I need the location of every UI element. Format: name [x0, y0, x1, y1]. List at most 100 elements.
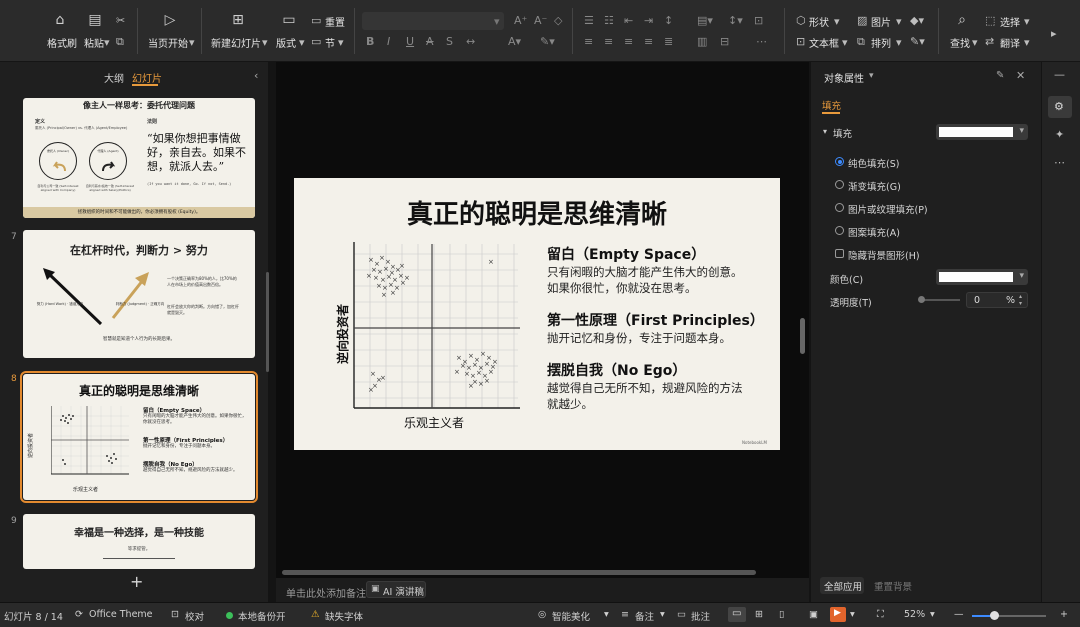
char-spacing-icon[interactable]: ↔	[466, 36, 475, 47]
from-current-dropdown-icon[interactable]: ▾	[189, 37, 195, 48]
transparency-slider-thumb[interactable]	[918, 296, 925, 303]
gradient-fill-radio[interactable]	[835, 180, 844, 189]
design-tools-icon[interactable]: ✦	[1055, 128, 1064, 141]
pin-icon[interactable]: ✎	[996, 70, 1004, 81]
zoom-in-icon[interactable]: +	[1060, 609, 1068, 620]
slide-thumbnail-7[interactable]: 在杠杆时代，判断力 > 努力 努力 (Hard Work) · 错误方向 判断力…	[23, 230, 255, 358]
editor-vscrollbar[interactable]	[800, 318, 805, 354]
outline-color-icon[interactable]: ✎▾	[910, 36, 925, 47]
gradient-fill-label[interactable]: 渐变填充(G)	[848, 179, 901, 193]
proofing-button[interactable]: 校对	[185, 609, 204, 623]
picture-icon[interactable]: ▨	[857, 15, 867, 26]
underline-icon[interactable]: U	[406, 36, 414, 47]
notes-button[interactable]: 备注	[635, 609, 654, 623]
panel-scrollbar[interactable]	[266, 272, 269, 372]
shape-icon[interactable]: ⬡	[796, 15, 806, 26]
paste-dropdown-icon[interactable]: ▾	[104, 37, 110, 48]
picture-fill-label[interactable]: 图片或纹理填充(P)	[848, 202, 928, 216]
transparency-stepper-icon[interactable]: ▴ ▾	[1019, 293, 1022, 307]
distribute-icon[interactable]: ≣	[664, 36, 673, 47]
layout-icon[interactable]: ▭	[281, 13, 297, 27]
fill-collapse-icon[interactable]: ▾	[823, 127, 827, 136]
notes-placeholder[interactable]: 单击此处添加备注	[286, 585, 366, 600]
add-slide-button[interactable]: +	[130, 572, 143, 591]
picture-dropdown-icon[interactable]: ▾	[896, 16, 902, 27]
solid-fill-radio[interactable]	[835, 157, 844, 166]
point2-line1[interactable]: 抛开记忆和身份，专注于问题本身。	[547, 330, 731, 346]
point2-title[interactable]: 第一性原理（First Principles）	[547, 310, 764, 330]
translate-dropdown-icon[interactable]: ▾	[1024, 37, 1030, 48]
beautify-dropdown-icon[interactable]: ▾	[604, 609, 609, 620]
point1-line1[interactable]: 只有闲暇的大脑才能产生伟大的创意。	[547, 264, 743, 280]
font-shrink-icon[interactable]: A⁻	[534, 15, 547, 26]
picture-fill-radio[interactable]	[835, 203, 844, 212]
close-icon[interactable]: ✕	[1016, 69, 1025, 82]
columns-icon[interactable]: ▥	[697, 36, 707, 47]
format-painter-button[interactable]: 格式刷	[47, 35, 77, 50]
point1-title[interactable]: 留白（Empty Space）	[547, 244, 705, 264]
layout-dropdown-icon[interactable]: ▾	[299, 37, 305, 48]
presenter-view-icon[interactable]: ▣	[809, 609, 818, 620]
reset-icon[interactable]: ▭	[311, 15, 321, 26]
find-dropdown-icon[interactable]: ▾	[972, 37, 978, 48]
reset-bg-button[interactable]: 重置背景	[874, 579, 912, 593]
hide-bg-label[interactable]: 隐藏背景图形(H)	[848, 248, 920, 262]
select-button[interactable]: 选择	[1000, 14, 1020, 29]
editor-hscrollbar[interactable]	[282, 570, 756, 575]
textbox-button[interactable]: 文本框	[809, 35, 839, 50]
font-grow-icon[interactable]: A⁺	[514, 15, 527, 26]
paste-button[interactable]: 粘贴	[84, 35, 104, 50]
bold-icon[interactable]: B	[366, 36, 374, 47]
tab-slides[interactable]: 幻灯片	[132, 70, 162, 85]
minimize-icon[interactable]: —	[1054, 68, 1065, 81]
font-dropdown-icon[interactable]: ▾	[494, 16, 500, 27]
tab-outline[interactable]: 大纲	[104, 70, 124, 85]
select-dropdown-icon[interactable]: ▾	[1024, 16, 1030, 27]
shape-button[interactable]: 形状	[809, 14, 829, 29]
pattern-fill-radio[interactable]	[835, 226, 844, 235]
missing-font-button[interactable]: 缺失字体	[325, 609, 363, 623]
slideshow-button[interactable]: ▶	[830, 607, 846, 622]
section-dropdown-icon[interactable]: ▾	[338, 37, 344, 48]
point1-line2[interactable]: 如果你很忙，你就没在思考。	[547, 280, 697, 296]
main-slide[interactable]: 真正的聪明是思维清晰 × × × × × × × × × × × × × × × × × × × × × × × × × × × ×…	[294, 178, 780, 450]
pattern-fill-label[interactable]: 图案填充(A)	[848, 225, 900, 239]
normal-view-button[interactable]: ▭	[728, 607, 746, 622]
from-current-button[interactable]: 当页开始	[148, 35, 188, 50]
translate-button[interactable]: 翻译	[1000, 35, 1020, 50]
fill-color-swatch[interactable]: ▾	[936, 124, 1028, 140]
section-button[interactable]: 节	[325, 35, 335, 50]
point3-title[interactable]: 摆脱自我（No Ego）	[547, 360, 686, 380]
more-paragraph-icon[interactable]: ⋯	[756, 36, 767, 47]
ai-script-button[interactable]: ▣ AI 演讲稿	[366, 581, 426, 598]
tab-fill[interactable]: 填充	[822, 98, 841, 112]
zoom-out-icon[interactable]: —	[954, 609, 964, 620]
numbering-icon[interactable]: ☷	[604, 15, 614, 26]
translate-icon[interactable]: ⇄	[985, 36, 994, 47]
font-name-box[interactable]	[362, 12, 504, 30]
italic-icon[interactable]: I	[387, 36, 390, 47]
highlight-icon[interactable]: ✎▾	[540, 36, 555, 47]
format-painter-icon[interactable]: ⌂	[52, 13, 68, 27]
transparency-slider[interactable]	[920, 299, 960, 301]
beautify-button[interactable]: 智能美化	[552, 609, 590, 623]
properties-tab-active[interactable]: ⚙	[1048, 96, 1072, 118]
sorter-view-icon[interactable]: ⊞	[755, 609, 763, 620]
slideshow-dropdown-icon[interactable]: ▾	[850, 609, 855, 620]
new-slide-button[interactable]: 新建幻灯片	[211, 35, 261, 50]
cut-icon[interactable]: ✂	[116, 15, 125, 26]
slide-title[interactable]: 真正的聪明是思维清晰	[294, 194, 780, 231]
increase-indent-icon[interactable]: ⇥	[644, 15, 653, 26]
picture-button[interactable]: 图片	[871, 14, 891, 29]
zoom-level[interactable]: 52%	[904, 609, 925, 620]
slide-thumbnail-6[interactable]: 像主人一样思考：委托代理问题 定义 法则 委托人 (Principal/Owne…	[23, 98, 255, 218]
fill-color-icon[interactable]: ◆▾	[910, 15, 924, 26]
textbox-icon[interactable]: ⊡	[796, 36, 805, 47]
layout-button[interactable]: 版式	[276, 35, 296, 50]
color-swatch[interactable]: ▾	[936, 269, 1028, 285]
clear-format-icon[interactable]: ◇	[554, 15, 562, 26]
text-direction-icon[interactable]: ↕▾	[728, 15, 743, 26]
textbox-dropdown-icon[interactable]: ▾	[842, 37, 848, 48]
notes-dropdown-icon[interactable]: ▾	[660, 609, 665, 620]
fit-window-icon[interactable]: ⛶	[877, 609, 884, 620]
